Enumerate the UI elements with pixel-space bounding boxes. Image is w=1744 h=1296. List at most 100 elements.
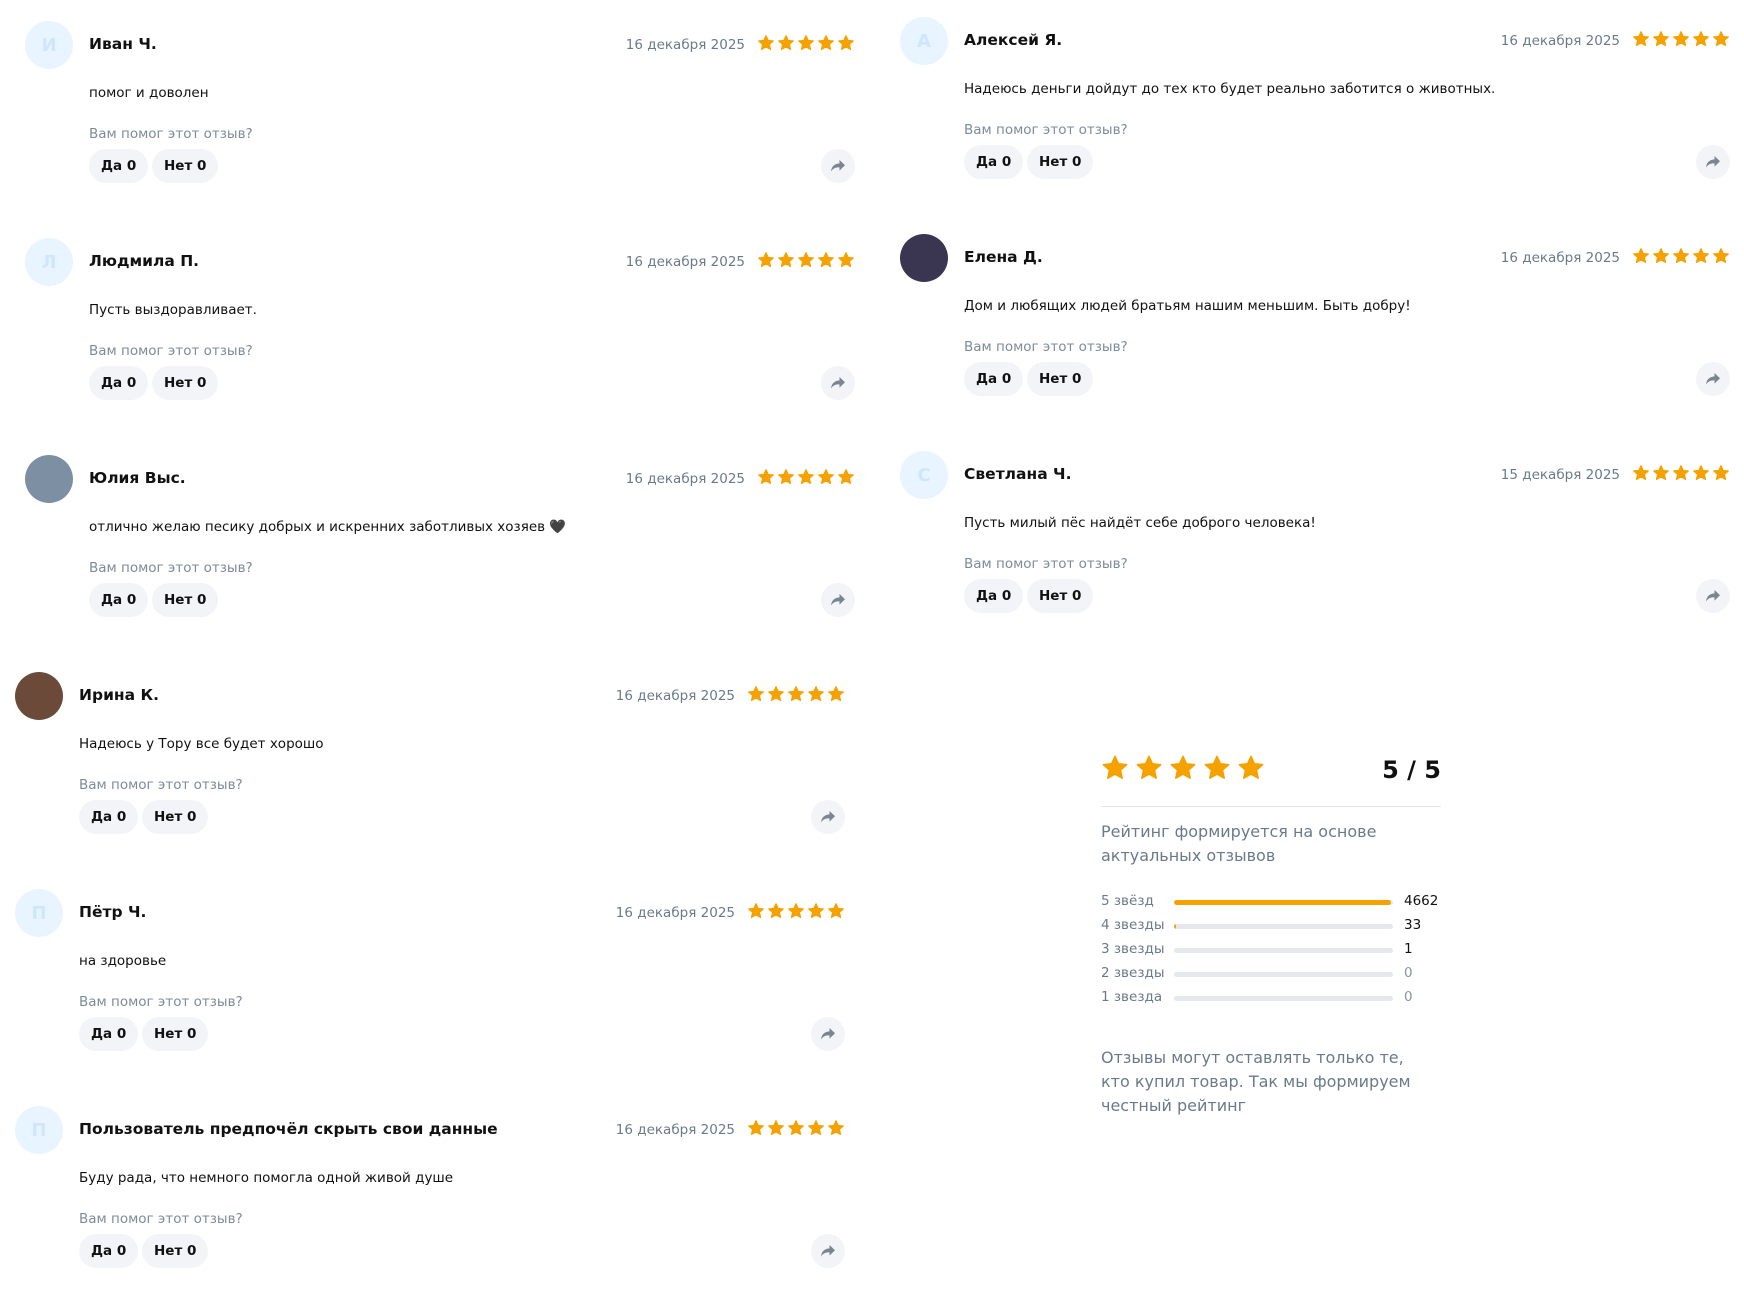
star-icon [788,1120,804,1136]
avatar-initial: А [917,30,931,52]
helpful-yes-button[interactable]: Да 0 [79,1234,139,1268]
review-date: 16 декабря 2025 [625,471,745,487]
review-text: Надеюсь у Тору все будет хорошо [79,736,324,752]
helpful-prompt: Вам помог этот отзыв? [964,556,1128,572]
share-icon [1706,156,1720,168]
star-icon [1653,465,1669,481]
review-rating [757,468,855,486]
helpful-yes-button[interactable]: Да 0 [79,1017,139,1051]
review-date: 16 декабря 2025 [1500,33,1620,49]
avatar-initial: С [917,464,931,486]
helpful-no-button[interactable]: Нет 0 [152,366,219,400]
star-icon [1653,31,1669,47]
helpful-no-button[interactable]: Нет 0 [1027,579,1094,613]
helpful-no-button[interactable]: Нет 0 [142,800,209,834]
helpful-no-button[interactable]: Нет 0 [152,583,219,617]
helpful-prompt: Вам помог этот отзыв? [79,994,243,1010]
helpful-yes-button[interactable]: Да 0 [89,149,149,183]
review-rating [757,34,855,52]
helpful-yes-button[interactable]: Да 0 [964,362,1024,396]
helpful-no-button[interactable]: Нет 0 [142,1017,209,1051]
star-icon [828,686,844,702]
star-icon [1673,31,1689,47]
helpful-no-button[interactable]: Нет 0 [152,149,219,183]
reviewer-name: Пётр Ч. [79,903,147,921]
reviewer-name: Юлия Выс. [89,469,186,487]
review-rating [1632,247,1730,265]
helpful-no-button[interactable]: Нет 0 [1027,145,1094,179]
star-icon [778,35,794,51]
distribution-count: 1 [1404,941,1413,957]
review-text: Пусть выздоравливает. [89,302,257,318]
avatar: Л [25,238,73,286]
helpful-yes-button[interactable]: Да 0 [89,583,149,617]
star-icon [1693,248,1709,264]
summary-footer: Отзывы могут оставлять только те, кто ку… [1101,1048,1411,1115]
review-rating [747,902,845,920]
helpful-no-button[interactable]: Нет 0 [1027,362,1094,396]
star-icon [1713,465,1729,481]
star-icon [758,252,774,268]
distribution-count: 0 [1404,965,1413,981]
distribution-count: 0 [1404,989,1413,1005]
distribution-label: 3 звезды [1101,941,1165,957]
star-icon [1102,755,1128,779]
review-text: отлично желаю песику добрых и искренних … [89,519,567,535]
helpful-no-button[interactable]: Нет 0 [142,1234,209,1268]
helpful-yes-button[interactable]: Да 0 [79,800,139,834]
star-icon [838,35,854,51]
share-button[interactable] [1696,145,1730,179]
star-icon [1673,465,1689,481]
reviewer-name: Пользователь предпочёл скрыть свои данны… [79,1120,498,1138]
star-icon [768,903,784,919]
review-text: Дом и любящих людей братьям нашим меньши… [964,298,1411,314]
share-button[interactable] [1696,579,1730,613]
star-icon [808,1120,824,1136]
reviewer-name: Ирина К. [79,686,160,704]
avatar: Е [900,234,948,282]
star-icon [828,1120,844,1136]
star-icon [778,252,794,268]
helpful-prompt: Вам помог этот отзыв? [964,339,1128,355]
helpful-prompt: Вам помог этот отзыв? [964,122,1128,138]
avatar: П [15,1106,63,1154]
avatar-initial: П [31,1119,47,1141]
review-date: 16 декабря 2025 [615,1122,735,1138]
star-icon [818,252,834,268]
helpful-yes-button[interactable]: Да 0 [964,579,1024,613]
star-icon [1673,248,1689,264]
review-text: на здоровье [79,953,167,969]
summary-score: 5 / 5 [1382,756,1441,784]
distribution-bar [1174,948,1393,953]
review-card: И Ирина К. 16 декабря 2025 Надеюсь у Тору в… [15,672,845,862]
share-button[interactable] [821,583,855,617]
share-icon [831,594,845,606]
review-date: 16 декабря 2025 [625,254,745,270]
star-icon [1633,31,1649,47]
review-card: И Иван Ч. 16 декабря 2025 помог и доволен Ва… [25,21,855,211]
share-icon [1706,373,1720,385]
helpful-prompt: Вам помог этот отзыв? [79,1211,243,1227]
star-icon [788,903,804,919]
distribution-row: 4 звезды 33 [1101,914,1441,938]
share-button[interactable] [811,1234,845,1268]
distribution-label: 2 звезды [1101,965,1165,981]
share-button[interactable] [821,149,855,183]
helpful-prompt: Вам помог этот отзыв? [89,560,253,576]
share-button[interactable] [1696,362,1730,396]
share-button[interactable] [811,800,845,834]
helpful-yes-button[interactable]: Да 0 [964,145,1024,179]
star-icon [748,1120,764,1136]
review-card: П Пользователь предпочёл скрыть свои данн… [15,1106,845,1296]
star-icon [1170,755,1196,779]
share-button[interactable] [811,1017,845,1051]
helpful-yes-button[interactable]: Да 0 [89,366,149,400]
star-icon [748,903,764,919]
share-icon [821,811,835,823]
review-card: Л Людмила П. 16 декабря 2025 Пусть выздорав… [25,238,855,428]
review-rating [757,251,855,269]
share-button[interactable] [821,366,855,400]
distribution-label: 4 звезды [1101,917,1165,933]
distribution-bar [1174,924,1393,929]
review-date: 15 декабря 2025 [1500,467,1620,483]
